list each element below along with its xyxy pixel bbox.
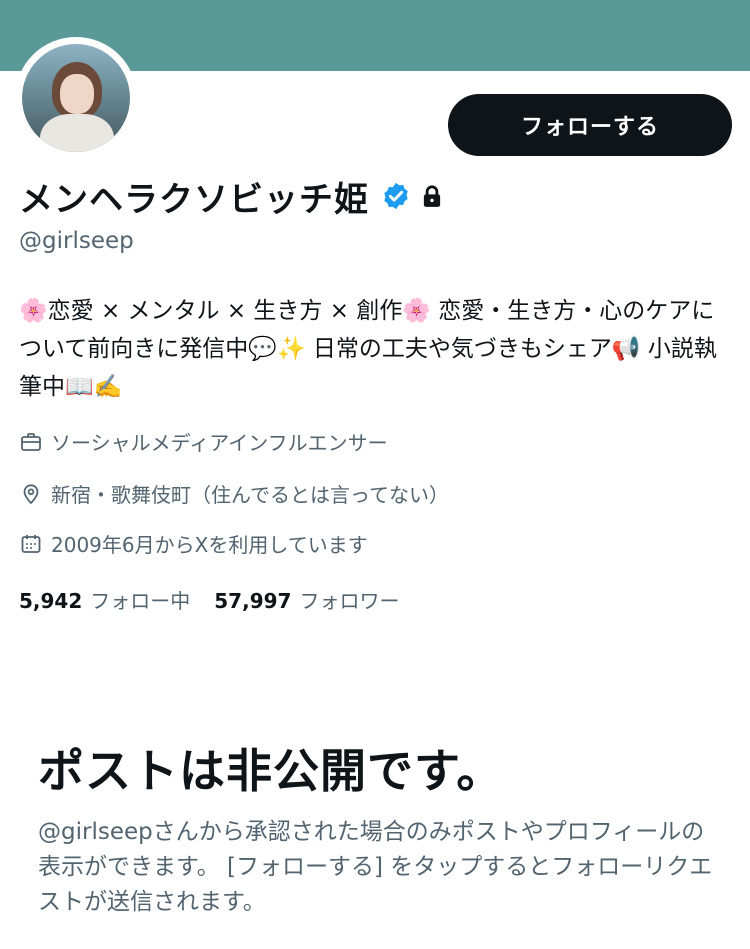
briefcase-icon [21,432,41,451]
bio: 🌸恋愛 × メンタル × 生き方 × 創作🌸 恋愛・生き方・心のケアについて前向… [19,298,717,400]
name-row: メンヘラクソビッチ姫 [19,174,445,220]
following-label: フォロー中 [90,589,191,613]
display-name: メンヘラクソビッチ姫 [19,179,369,220]
handle: @girlseep [19,228,134,254]
follow-button[interactable]: フォローする [448,94,732,156]
lock-icon [423,185,441,207]
location-text: 新宿・歌舞伎町（住んでるとは言ってない） [51,483,449,507]
location-pin-icon [23,483,39,504]
private-title: ポストは非公開です。 [38,744,504,798]
following-link[interactable]: 5,942 フォロー中 [19,585,190,614]
avatar[interactable] [15,37,137,159]
avatar-image [22,44,130,152]
followers-count: 57,997 [214,589,292,613]
followers-link[interactable]: 57,997 フォロワー [214,585,399,614]
calendar-icon [21,534,41,553]
joined-row: 2009年6月からXを利用しています [19,529,368,558]
location-row: 新宿・歌舞伎町（住んでるとは言ってない） [19,479,449,508]
verified-badge-icon [384,182,408,210]
followers-label: フォロワー [299,589,400,613]
follow-counts: 5,942 フォロー中 57,997 フォロワー [19,585,399,614]
category-row: ソーシャルメディアインフルエンサー [19,427,388,456]
private-description: @girlseepさんから承認された場合のみポストやプロフィールの表示ができます… [38,819,713,915]
following-count: 5,942 [19,589,83,613]
category-text: ソーシャルメディアインフルエンサー [51,431,388,455]
joined-text: 2009年6月からXを利用しています [51,533,368,557]
